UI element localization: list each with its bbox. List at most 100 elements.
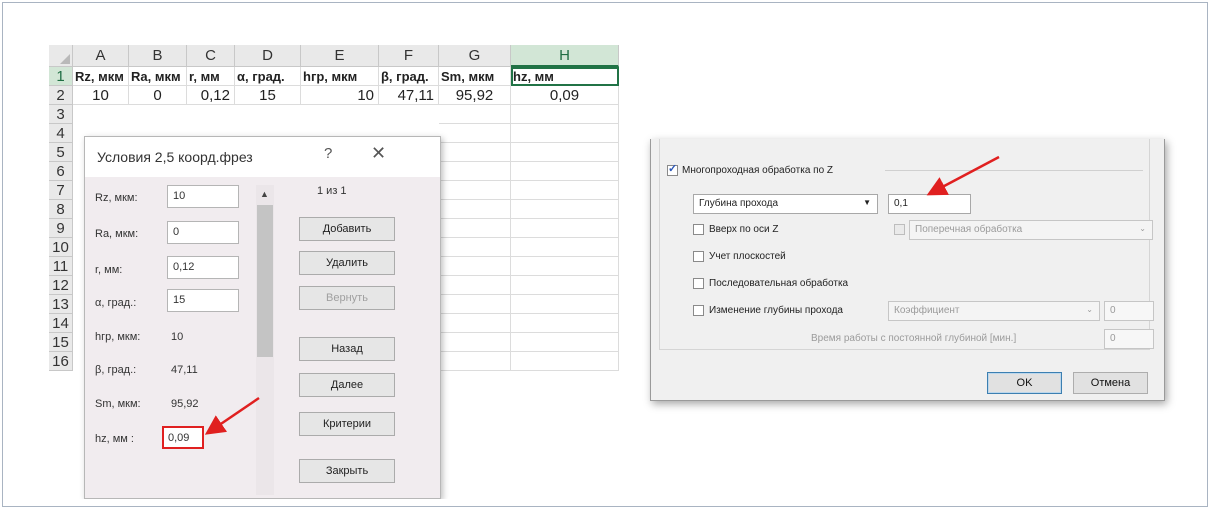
cell-d2[interactable]: 15 [235,86,301,105]
ok-button[interactable]: OK [987,372,1062,394]
row-header-1[interactable]: 1 [49,67,73,86]
change-depth-checkbox[interactable] [693,305,704,316]
depth-value-input[interactable]: 0,1 [888,194,971,214]
row-header-5[interactable]: 5 [49,143,73,162]
field-input-r[interactable]: 0,12 [167,256,239,279]
row-header-15[interactable]: 15 [49,333,73,352]
cell-b2[interactable]: 0 [129,86,187,105]
field-label-alpha: α, град.: [95,297,137,309]
close-icon[interactable]: ✕ [371,143,386,164]
sequential-checkbox[interactable] [693,278,704,289]
row-header-4[interactable]: 4 [49,124,73,143]
empty-cell[interactable] [511,276,619,295]
next-button[interactable]: Далее [299,373,395,397]
empty-cell[interactable] [511,257,619,276]
row-header-10[interactable]: 10 [49,238,73,257]
column-header-e[interactable]: E [301,45,379,67]
column-header-f[interactable]: F [379,45,439,67]
delete-button[interactable]: Удалить [299,251,395,275]
field-input-rz[interactable]: 10 [167,185,239,208]
cell-h2[interactable]: 0,09 [511,86,619,105]
multipass-z-checkbox[interactable] [667,162,678,176]
empty-cell[interactable] [511,314,619,333]
select-all-corner[interactable] [49,45,73,67]
scroll-thumb[interactable] [257,205,273,357]
cross-processing-select[interactable]: Поперечная обработка ⌄ [909,220,1153,240]
cross-processing-checkbox[interactable] [894,224,905,235]
column-header-d[interactable]: D [235,45,301,67]
field-input-ra[interactable]: 0 [167,221,239,244]
empty-cell[interactable] [439,314,511,333]
empty-cell[interactable] [439,181,511,200]
empty-cell[interactable] [439,124,511,143]
back-button[interactable]: Назад [299,337,395,361]
empty-cell[interactable] [439,352,511,371]
coefficient-input[interactable]: 0 [1104,301,1154,321]
empty-cell[interactable] [511,162,619,181]
empty-cell[interactable] [439,162,511,181]
depth-mode-select[interactable]: Глубина прохода ▼ [693,194,878,214]
empty-cell[interactable] [511,143,619,162]
close-button[interactable]: Закрыть [299,459,395,483]
row-header-7[interactable]: 7 [49,181,73,200]
row-header-12[interactable]: 12 [49,276,73,295]
empty-cell[interactable] [511,352,619,371]
empty-cell[interactable] [439,257,511,276]
cell-f1[interactable]: β, град. [379,67,439,86]
column-header-b[interactable]: B [129,45,187,67]
restore-button[interactable]: Вернуть [299,286,395,310]
row-header-3[interactable]: 3 [49,105,73,124]
cell-d1[interactable]: α, град. [235,67,301,86]
row-header-9[interactable]: 9 [49,219,73,238]
cell-h1[interactable]: hz, мм [511,67,619,86]
empty-cell[interactable] [511,105,619,124]
up-z-checkbox[interactable] [693,224,704,235]
cancel-button[interactable]: Отмена [1073,372,1148,394]
column-header-g[interactable]: G [439,45,511,67]
cell-b1[interactable]: Ra, мкм [129,67,187,86]
empty-cell[interactable] [439,333,511,352]
cell-a1[interactable]: Rz, мкм [73,67,129,86]
add-button[interactable]: Добавить [299,217,395,241]
help-icon[interactable]: ? [324,145,332,162]
empty-cell[interactable] [511,238,619,257]
empty-cell[interactable] [439,219,511,238]
planes-checkbox[interactable] [693,251,704,262]
cell-e2[interactable]: 10 [301,86,379,105]
row-header-14[interactable]: 14 [49,314,73,333]
row-header-2[interactable]: 2 [49,86,73,105]
cell-g1[interactable]: Sm, мкм [439,67,511,86]
empty-cell[interactable] [439,295,511,314]
coefficient-select[interactable]: Коэффициент ⌄ [888,301,1100,321]
empty-cell[interactable] [439,143,511,162]
column-header-c[interactable]: C [187,45,235,67]
empty-cell[interactable] [511,200,619,219]
empty-cell[interactable] [511,295,619,314]
empty-cell[interactable] [439,276,511,295]
empty-cell[interactable] [439,238,511,257]
column-header-h[interactable]: H [511,45,619,67]
row-header-16[interactable]: 16 [49,352,73,371]
cell-g2[interactable]: 95,92 [439,86,511,105]
empty-cell[interactable] [511,124,619,143]
row-header-8[interactable]: 8 [49,200,73,219]
criteria-button[interactable]: Критерии [299,412,395,436]
empty-cell[interactable] [439,105,511,124]
scroll-up-icon[interactable]: ▲ [260,189,269,199]
empty-cell[interactable] [439,200,511,219]
empty-cell[interactable] [511,333,619,352]
row-header-13[interactable]: 13 [49,295,73,314]
constant-depth-time-input[interactable]: 0 [1104,329,1154,349]
field-input-alpha[interactable]: 15 [167,289,239,312]
row-header-6[interactable]: 6 [49,162,73,181]
cell-e1[interactable]: hгр, мкм [301,67,379,86]
cell-c1[interactable]: r, мм [187,67,235,86]
cell-a2[interactable]: 10 [73,86,129,105]
cell-f2[interactable]: 47,11 [379,86,439,105]
record-scrollbar[interactable]: ▲ [256,185,274,495]
row-header-11[interactable]: 11 [49,257,73,276]
empty-cell[interactable] [511,181,619,200]
empty-cell[interactable] [511,219,619,238]
cell-c2[interactable]: 0,12 [187,86,235,105]
column-header-a[interactable]: A [73,45,129,67]
